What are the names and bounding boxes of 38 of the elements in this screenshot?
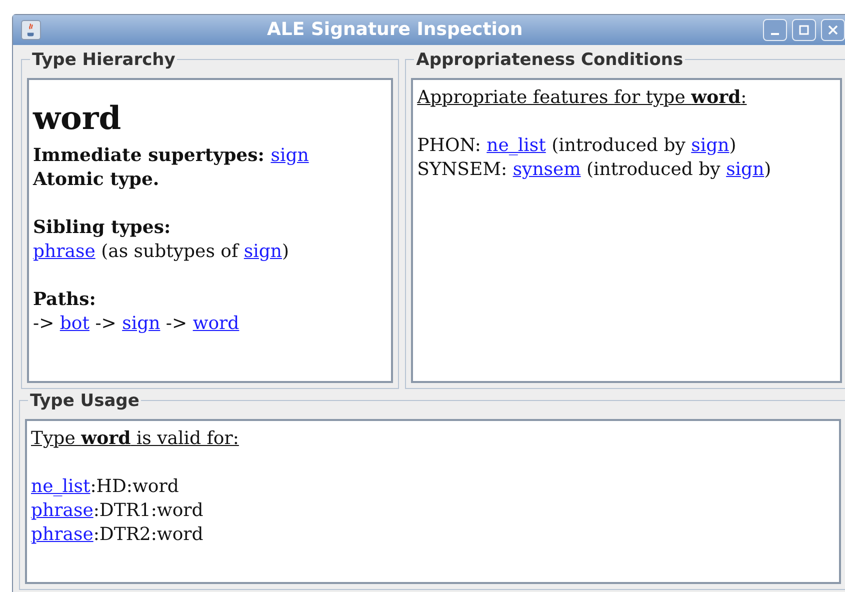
text-line: phrase:DTR2:word xyxy=(31,523,204,547)
text-line: phrase (as subtypes of sign) xyxy=(33,240,290,264)
panel-title: Appropriateness Conditions xyxy=(414,50,686,70)
close-icon xyxy=(828,25,838,35)
java-cup-icon xyxy=(21,20,41,40)
minimize-icon xyxy=(771,33,779,35)
type-link[interactable]: phrase xyxy=(31,500,94,521)
window-title: ALE Signature Inspection xyxy=(267,18,523,42)
section-label: Atomic type. xyxy=(33,168,160,192)
panel-title: Type Hierarchy xyxy=(30,50,178,70)
type-link[interactable]: word xyxy=(192,313,240,334)
type-link[interactable]: sign xyxy=(244,241,282,262)
type-link[interactable]: phrase xyxy=(31,524,94,545)
text-line: SYNSEM: synsem (introduced by sign) xyxy=(417,158,772,182)
type-name-heading: word xyxy=(33,98,122,138)
type-link[interactable]: phrase xyxy=(33,241,96,262)
type-link[interactable]: sign xyxy=(122,313,160,334)
section-heading: Type word is valid for: xyxy=(31,427,239,451)
maximize-icon xyxy=(799,25,809,35)
text-line: Immediate supertypes: sign xyxy=(33,144,309,168)
maximize-button[interactable] xyxy=(792,19,816,41)
section-label: Paths: xyxy=(33,288,96,312)
text-line: PHON: ne_list (introduced by sign) xyxy=(417,134,736,158)
section-heading: Appropriate features for type word: xyxy=(417,86,747,110)
text-line: phrase:DTR1:word xyxy=(31,499,204,523)
type-link[interactable]: ne_list xyxy=(31,476,90,497)
text-line: -> bot -> sign -> word xyxy=(33,312,240,336)
type-link[interactable]: sign xyxy=(270,145,309,166)
minimize-button[interactable] xyxy=(763,19,787,41)
type-link[interactable]: ne_list xyxy=(486,135,546,156)
section-label: Sibling types: xyxy=(33,216,171,240)
text-line: ne_list:HD:word xyxy=(31,475,179,499)
type-link[interactable]: sign xyxy=(691,135,730,156)
type-link[interactable]: synsem xyxy=(512,159,581,180)
panel-title: Type Usage xyxy=(28,391,142,411)
close-button[interactable] xyxy=(821,19,845,41)
type-link[interactable]: sign xyxy=(726,159,764,180)
type-link[interactable]: bot xyxy=(60,313,90,334)
